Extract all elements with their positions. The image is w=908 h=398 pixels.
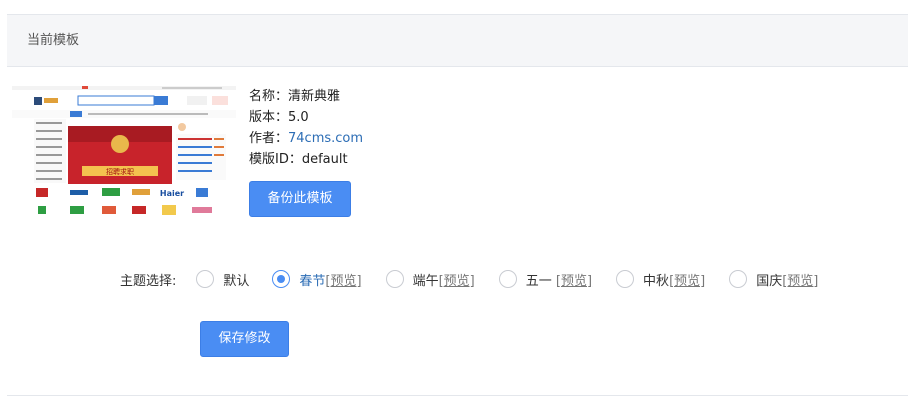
theme-option-mid-autumn[interactable]: 中秋 [预览] xyxy=(616,270,705,289)
author-link[interactable]: 74cms.com xyxy=(288,131,363,146)
radio-dragon-boat[interactable] xyxy=(385,270,404,288)
template-id: 模版ID：default xyxy=(249,152,348,167)
backup-template-button[interactable]: 备份此模板 xyxy=(249,181,351,217)
radio-may-day[interactable] xyxy=(498,270,517,288)
preview-link-national-day[interactable]: [预览] xyxy=(782,270,818,289)
theme-name-mid-autumn: 中秋 xyxy=(643,273,670,289)
template-author: 作者：74cms.com xyxy=(249,128,363,149)
template-name: 名称：清新典雅 xyxy=(249,89,341,104)
template-thumbnail: 招聘求职 Haier xyxy=(12,86,236,220)
preview-link-mid-autumn[interactable]: [预览] xyxy=(669,270,705,289)
theme-option-may-day[interactable]: 五一 [预览] xyxy=(498,270,592,289)
preview-link-spring[interactable]: [预览] xyxy=(325,270,361,289)
thumbnail-image: 招聘求职 Haier xyxy=(12,86,236,220)
radio-spring[interactable] xyxy=(272,270,291,288)
theme-name-default: 默认 xyxy=(223,273,250,289)
theme-name-dragon-boat: 端午 xyxy=(412,273,439,289)
theme-option-spring[interactable]: 春节 [预览] xyxy=(272,270,362,289)
theme-selector: 主题选择: 默认 春节 [预览] 端午 [预览] 五一 [预览] 中秋 [预览]… xyxy=(120,268,818,290)
template-info: 名称：清新典雅 版本：5.0 作者：74cms.com 模版ID：default xyxy=(249,86,363,170)
banner-text: 招聘求职 xyxy=(106,167,134,176)
author-prefix: 作者： xyxy=(249,131,289,146)
preview-link-may-day[interactable]: [预览] xyxy=(556,270,592,289)
panel-title: 当前模板 xyxy=(7,15,908,67)
save-changes-button[interactable]: 保存修改 xyxy=(200,321,289,357)
theme-name-may-day: 五一 xyxy=(525,273,556,289)
radio-default[interactable] xyxy=(196,270,215,288)
theme-option-dragon-boat[interactable]: 端午 [预览] xyxy=(385,270,475,289)
preview-link-dragon-boat[interactable]: [预览] xyxy=(439,270,475,289)
radio-national-day[interactable] xyxy=(729,270,748,288)
haier-logo: Haier xyxy=(160,189,184,198)
theme-name-national-day: 国庆 xyxy=(756,273,783,289)
theme-option-national-day[interactable]: 国庆 [预览] xyxy=(729,270,818,289)
theme-option-default[interactable]: 默认 xyxy=(196,270,249,289)
theme-label: 主题选择: xyxy=(120,273,177,289)
theme-name-spring: 春节 xyxy=(299,273,326,289)
radio-mid-autumn[interactable] xyxy=(616,270,635,288)
template-version: 版本：5.0 xyxy=(249,110,309,125)
